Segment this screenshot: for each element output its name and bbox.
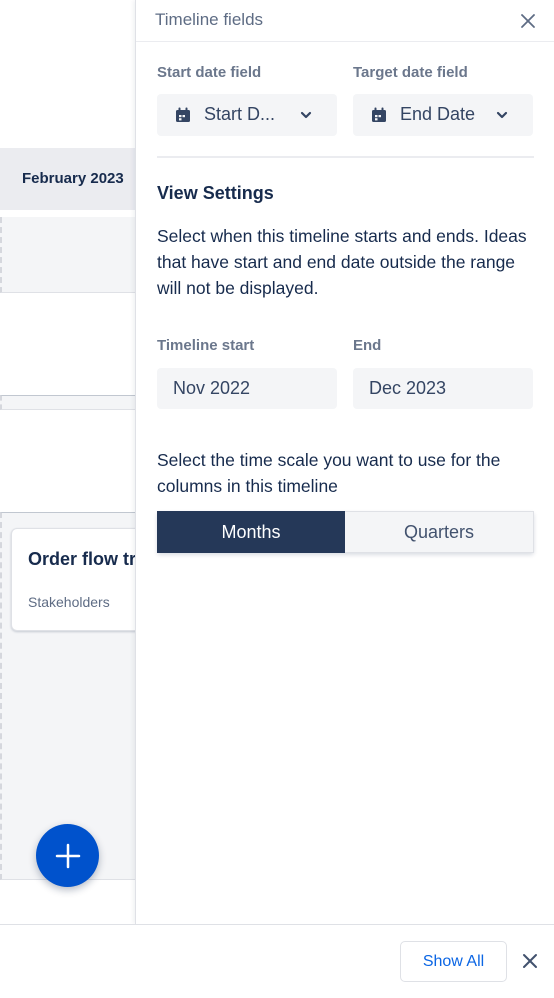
scale-option-quarters[interactable]: Quarters — [345, 511, 534, 553]
panel-title: Timeline fields — [155, 10, 264, 29]
start-date-field-label: Start date field — [157, 64, 262, 81]
timeline-start-value: Nov 2022 — [173, 378, 251, 398]
idea-subtitle: Stakeholders — [28, 594, 110, 610]
show-all-button[interactable]: Show All — [400, 941, 507, 982]
timeline-fields-panel: Timeline fields Start date field Start D… — [135, 0, 554, 924]
view-settings-description: Select when this timeline starts and end… — [157, 226, 527, 298]
timeline-lane[interactable] — [0, 395, 136, 410]
add-idea-button[interactable] — [36, 824, 99, 887]
chevron-down-icon — [300, 111, 312, 119]
target-date-field-value: End Date — [400, 104, 476, 124]
panel-header: Timeline fields — [136, 0, 554, 42]
timeline-start-picker[interactable]: Nov 2022 — [157, 368, 337, 409]
calendar-icon — [372, 107, 386, 122]
start-date-field-value: Start D... — [204, 104, 276, 124]
section-divider — [157, 156, 534, 158]
calendar-icon — [176, 107, 190, 122]
target-date-field-select[interactable]: End Date — [353, 94, 533, 136]
view-settings-title: View Settings — [157, 183, 274, 203]
timeline-lane[interactable] — [0, 217, 136, 293]
footer-bar: Show All — [0, 924, 554, 998]
time-scale-description: Select the time scale you want to use fo… — [157, 450, 501, 496]
chevron-down-icon — [496, 111, 508, 119]
timeline-start-label: Timeline start — [157, 337, 255, 354]
month-column-header: February 2023 — [0, 148, 136, 210]
close-icon — [523, 954, 537, 968]
timeline-end-label: End — [353, 337, 382, 354]
target-date-field-label: Target date field — [353, 64, 468, 81]
idea-card[interactable]: Order flow tr Stakeholders — [11, 528, 136, 631]
timeline-end-value: Dec 2023 — [369, 378, 447, 398]
time-scale-toggle: Months Quarters — [157, 511, 534, 553]
plus-icon — [55, 843, 80, 868]
idea-title: Order flow tr — [28, 549, 136, 569]
footer-close-button[interactable] — [522, 953, 538, 969]
scale-option-months[interactable]: Months — [157, 511, 345, 553]
close-icon — [521, 14, 535, 28]
month-label: February 2023 — [22, 170, 124, 187]
start-date-field-select[interactable]: Start D... — [157, 94, 337, 136]
panel-close-button[interactable] — [518, 11, 538, 31]
timeline-background: February 2023 Order flow tr Stakeholders — [0, 0, 136, 924]
timeline-end-picker[interactable]: Dec 2023 — [353, 368, 533, 409]
